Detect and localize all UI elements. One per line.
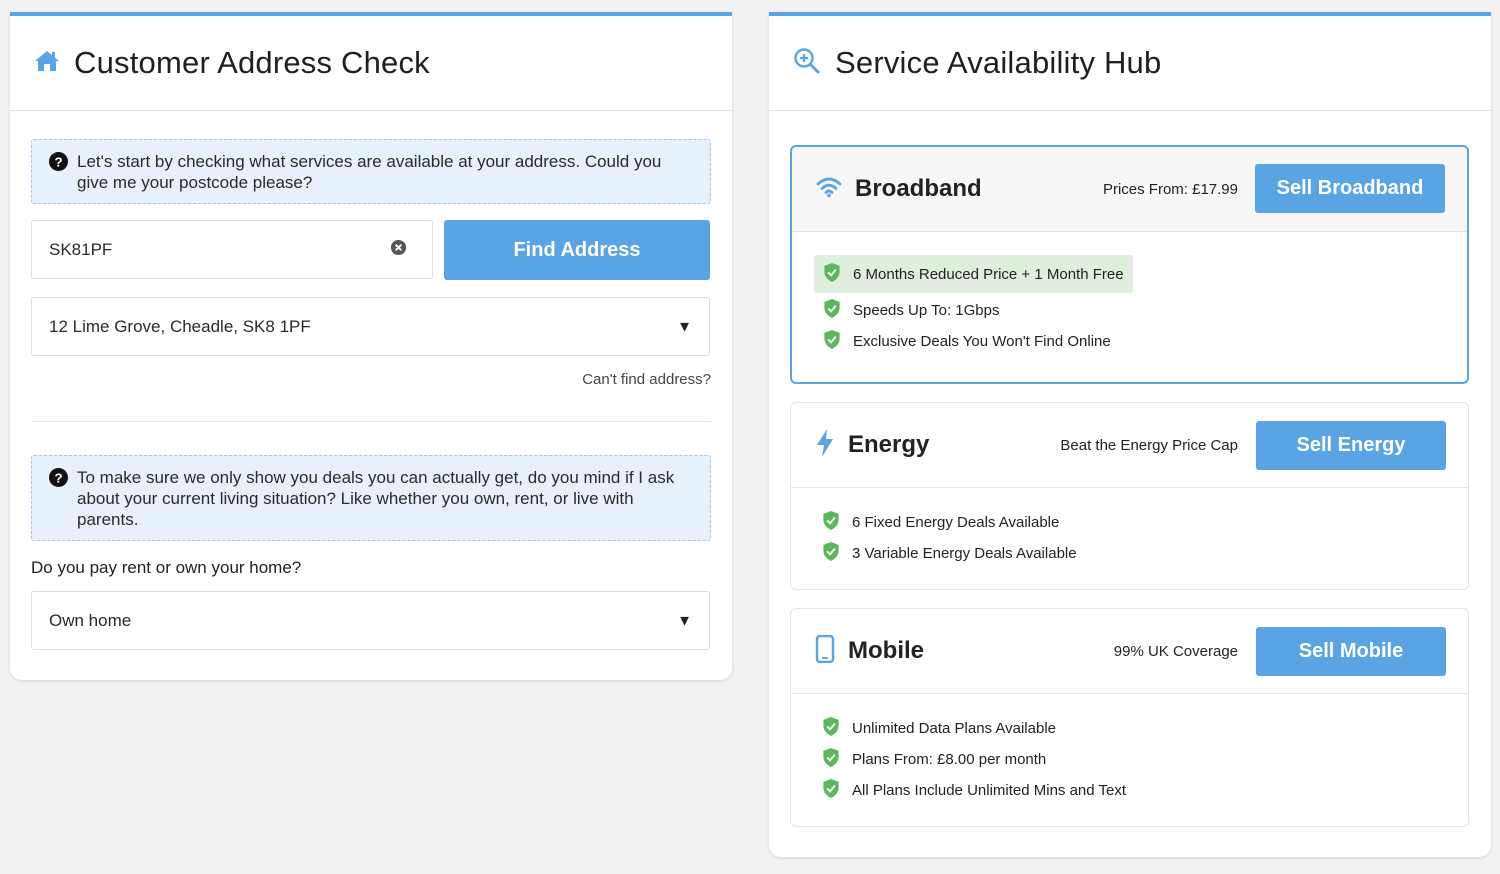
feature-text: 3 Variable Energy Deals Available (852, 545, 1077, 562)
card-header: Mobile 99% UK Coverage Sell Mobile (791, 609, 1468, 694)
page-title: Customer Address Check (74, 45, 430, 80)
postcode-hint: ? Let's start by checking what services … (31, 139, 711, 204)
page-title: Service Availability Hub (835, 45, 1162, 80)
feature-text: Unlimited Data Plans Available (852, 720, 1057, 737)
hint-text: Let's start by checking what services ar… (77, 152, 662, 192)
feature-item: 3 Variable Energy Deals Available (822, 538, 1468, 569)
feature-text: Plans From: £8.00 per month (852, 751, 1047, 768)
search-zoom-icon (793, 47, 821, 80)
shield-check-icon (823, 330, 841, 353)
feature-text: Speeds Up To: 1Gbps (853, 302, 1000, 319)
address-select[interactable]: 12 Lime Grove, Cheadle, SK8 1PF ▼ (31, 297, 710, 356)
service-card-energy: Energy Beat the Energy Price Cap Sell En… (790, 402, 1469, 590)
shield-check-icon (822, 779, 840, 802)
feature-item: All Plans Include Unlimited Mins and Tex… (822, 775, 1468, 806)
customer-address-check-panel: Customer Address Check ? Let's start by … (10, 12, 732, 680)
phone-icon (815, 634, 835, 668)
feature-item: Unlimited Data Plans Available (822, 713, 1468, 744)
service-subtitle: 99% UK Coverage (1113, 642, 1238, 660)
caret-down-icon: ▼ (677, 612, 692, 629)
service-name: Broadband (855, 175, 982, 202)
service-subtitle: Prices From: £17.99 (1102, 180, 1238, 198)
feature-text: Exclusive Deals You Won't Find Online (853, 333, 1111, 350)
card-header: Energy Beat the Energy Price Cap Sell En… (791, 403, 1468, 488)
feature-list: 6 Months Reduced Price + 1 Month Free Sp… (792, 232, 1467, 357)
feature-item: Speeds Up To: 1Gbps (823, 295, 1467, 326)
feature-item: Plans From: £8.00 per month (822, 744, 1468, 775)
service-card-broadband: Broadband Prices From: £17.99 Sell Broad… (790, 145, 1469, 384)
sell-broadband-button[interactable]: Sell Broadband (1255, 164, 1445, 213)
tenure-label: Do you pay rent or own your home? (31, 558, 302, 577)
service-name: Mobile (848, 637, 924, 664)
panel-header: Customer Address Check (10, 16, 732, 111)
shield-check-icon (822, 542, 840, 565)
divider (31, 421, 711, 422)
sell-energy-button[interactable]: Sell Energy (1256, 421, 1446, 470)
shield-check-icon (823, 262, 841, 286)
sell-mobile-button[interactable]: Sell Mobile (1256, 627, 1446, 676)
shield-check-icon (822, 748, 840, 771)
question-icon: ? (49, 468, 68, 492)
find-address-button[interactable]: Find Address (444, 220, 710, 280)
feature-list: Unlimited Data Plans Available Plans Fro… (791, 694, 1468, 806)
service-name: Energy (848, 431, 930, 458)
service-subtitle: Beat the Energy Price Cap (1060, 436, 1238, 454)
feature-text: 6 Months Reduced Price + 1 Month Free (853, 265, 1124, 283)
feature-list: 6 Fixed Energy Deals Available 3 Variabl… (791, 488, 1468, 569)
caret-down-icon: ▼ (677, 318, 692, 335)
feature-text: All Plans Include Unlimited Mins and Tex… (852, 782, 1127, 799)
shield-check-icon (822, 511, 840, 534)
feature-text: 6 Fixed Energy Deals Available (852, 514, 1060, 531)
tenure-select[interactable]: Own home ▼ (31, 591, 710, 650)
lightning-icon (815, 428, 835, 462)
tenure-selected-value: Own home (49, 610, 132, 630)
question-icon: ? (49, 152, 68, 176)
wifi-icon (816, 176, 842, 203)
cant-find-address-link[interactable]: Can't find address? (582, 371, 711, 388)
panel-header: Service Availability Hub (769, 16, 1491, 111)
svg-text:?: ? (54, 470, 62, 485)
svg-text:?: ? (54, 154, 62, 169)
feature-item: 6 Fixed Energy Deals Available (822, 507, 1468, 538)
service-card-mobile: Mobile 99% UK Coverage Sell Mobile Unlim… (790, 608, 1469, 827)
feature-item: Exclusive Deals You Won't Find Online (823, 326, 1467, 357)
feature-item: 6 Months Reduced Price + 1 Month Free (814, 255, 1133, 293)
hint-text: To make sure we only show you deals you … (77, 468, 675, 529)
service-availability-hub-panel: Service Availability Hub Broadband Price… (769, 12, 1491, 857)
address-selected-value: 12 Lime Grove, Cheadle, SK8 1PF (49, 316, 311, 336)
shield-check-icon (822, 717, 840, 740)
home-icon (34, 49, 60, 78)
postcode-input[interactable]: SK81PF (31, 220, 433, 279)
living-situation-hint: ? To make sure we only show you deals yo… (31, 455, 711, 541)
card-header: Broadband Prices From: £17.99 Sell Broad… (792, 147, 1467, 232)
shield-check-icon (823, 299, 841, 322)
clear-icon[interactable] (390, 239, 407, 261)
postcode-value: SK81PF (49, 239, 113, 259)
